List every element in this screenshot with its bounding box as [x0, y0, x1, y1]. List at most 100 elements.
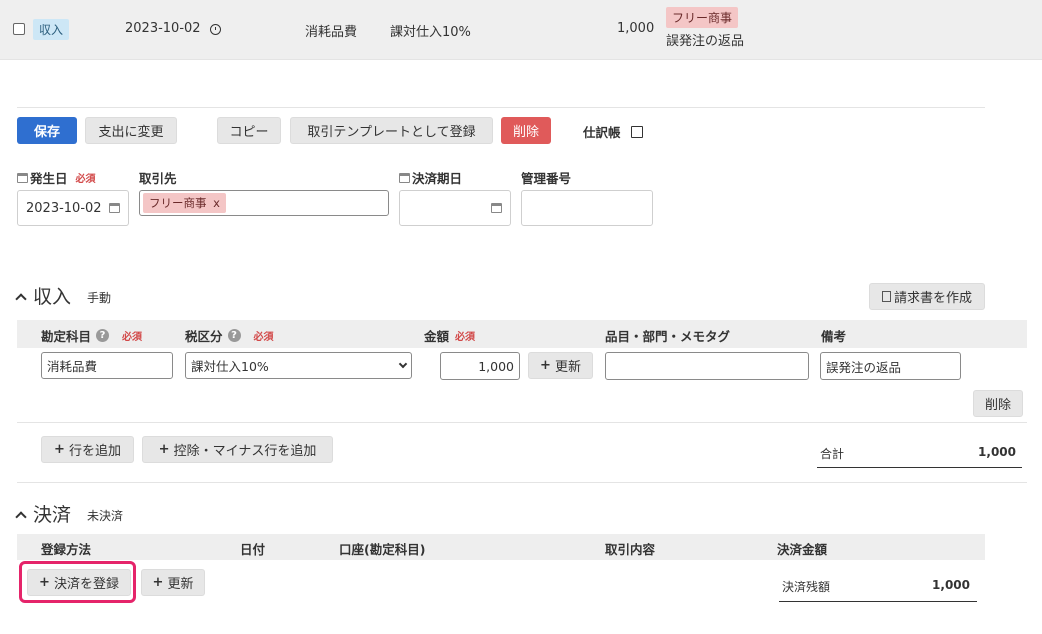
add-row-button[interactable]: + 行を追加 [41, 436, 134, 463]
settlement-section-header[interactable]: 決済 未決済 [15, 500, 124, 527]
header-amount: 金額 必須 [424, 326, 475, 345]
summary-memo: 誤発注の返品 [666, 34, 745, 49]
copy-button[interactable]: コピー [217, 117, 281, 144]
header-tax-label: 税区分 [185, 329, 223, 344]
summary-partner-tag: フリー商事 [666, 7, 739, 28]
plus-icon: + [540, 358, 551, 373]
header-account: 勘定科目 ? 必須 [41, 326, 142, 345]
calendar-icon [399, 172, 410, 183]
account-input[interactable]: 消耗品費 [41, 352, 173, 379]
total-label: 合計 [820, 447, 845, 461]
header-account-label: 勘定科目 [41, 329, 92, 344]
update-label: 更新 [554, 360, 581, 375]
collapse-chevron-icon[interactable] [15, 292, 27, 305]
divider [17, 107, 985, 108]
income-section-title: 収入 [33, 286, 72, 308]
remaining-label: 決済残額 [782, 580, 831, 594]
income-table-header: 勘定科目 ? 必須 税区分 ? 必須 金額 必須 品目・部門・メモタグ 備考 [17, 320, 1027, 348]
header-remarks: 備考 [821, 329, 847, 344]
journal-link-label: 仕訳帳 [583, 125, 621, 140]
control-number-input[interactable] [521, 190, 653, 226]
plus-icon: + [54, 442, 65, 457]
plus-icon: + [39, 575, 50, 590]
update-amount-button[interactable]: + 更新 [528, 352, 593, 379]
add-row-label: 行を追加 [68, 444, 121, 459]
transaction-summary-row[interactable]: 収入 2023-10-02 消耗品費 課対仕入10% 1,000 フリー商事 誤… [0, 0, 1042, 60]
register-template-button[interactable]: 取引テンプレートとして登録 [290, 117, 493, 144]
tax-select[interactable]: 課対仕入10% [185, 352, 412, 379]
header-tax: 税区分 ? 必須 [185, 326, 274, 345]
document-icon [881, 291, 891, 302]
summary-tax: 課対仕入10% [390, 25, 471, 40]
calendar-picker-icon[interactable] [491, 203, 502, 213]
calendar-icon [17, 172, 28, 183]
header-account: 口座(勘定科目) [339, 542, 426, 557]
income-total: 合計 1,000 [817, 440, 1022, 468]
divider [17, 422, 1027, 423]
add-deduction-row-label: 控除・マイナス行を追加 [173, 444, 317, 459]
issue-date-label: 発生日 [30, 171, 68, 186]
income-mode-label: 手動 [87, 291, 112, 305]
summary-amount: 1,000 [617, 21, 655, 36]
register-settlement-label: 決済を登録 [53, 577, 119, 592]
settlement-remaining: 決済残額 1,000 [779, 573, 977, 602]
required-mark: 必須 [455, 332, 476, 343]
journal-link[interactable]: 仕訳帳 [583, 122, 643, 141]
divider [17, 482, 1027, 483]
control-number-label: 管理番号 [521, 171, 572, 186]
row-checkbox[interactable] [13, 23, 25, 35]
plus-icon: + [152, 575, 164, 590]
item-tag-input[interactable] [605, 352, 809, 380]
partner-chip-label: フリー商事 [149, 196, 207, 210]
plus-icon: + [158, 442, 170, 457]
partner-label: 取引先 [139, 171, 177, 186]
settlement-section-title: 決済 [33, 504, 72, 526]
required-mark: 必須 [75, 174, 96, 185]
due-date-label: 決済期日 [412, 171, 463, 186]
header-amount-label: 金額 [424, 329, 450, 344]
amount-input[interactable]: 1,000 [440, 352, 520, 380]
total-value: 1,000 [978, 445, 1016, 459]
delete-button[interactable]: 削除 [501, 117, 551, 144]
create-invoice-button[interactable]: 請求書を作成 [869, 283, 985, 310]
partner-chip: フリー商事 x [143, 193, 226, 213]
calendar-picker-icon[interactable] [109, 203, 120, 213]
update-settlement-label: 更新 [167, 577, 194, 592]
partner-input[interactable]: フリー商事 x [139, 190, 389, 216]
register-settlement-button[interactable]: + 決済を登録 [27, 569, 131, 596]
save-button[interactable]: 保存 [17, 117, 77, 144]
change-to-expense-button[interactable]: 支出に変更 [85, 117, 177, 144]
header-item: 品目・部門・メモタグ [605, 329, 731, 344]
header-amount: 決済金額 [777, 542, 828, 557]
issue-date-value: 2023-10-02 [26, 200, 102, 216]
chevron-down-icon [398, 359, 408, 369]
header-method: 登録方法 [41, 542, 92, 557]
settlement-status: 未決済 [87, 509, 124, 523]
create-invoice-label: 請求書を作成 [893, 291, 972, 306]
help-icon[interactable]: ? [227, 329, 241, 342]
due-date-input[interactable] [399, 190, 511, 226]
external-link-icon [630, 125, 643, 138]
remaining-value: 1,000 [932, 578, 970, 592]
summary-date: 2023-10-02 [125, 21, 201, 36]
delete-row-button[interactable]: 削除 [973, 390, 1023, 417]
clock-icon [210, 24, 221, 35]
header-date: 日付 [240, 542, 266, 557]
settlement-table-header: 登録方法 日付 口座(勘定科目) 取引内容 決済金額 [17, 534, 985, 560]
income-section-header[interactable]: 収入 手動 [15, 282, 112, 309]
summary-account: 消耗品費 [305, 25, 358, 40]
due-date-label-group: 決済期日 [399, 168, 462, 187]
collapse-chevron-icon[interactable] [15, 510, 27, 523]
remarks-input[interactable]: 誤発注の返品 [820, 352, 961, 380]
tax-select-value: 課対仕入10% [191, 359, 269, 374]
type-tag: 収入 [33, 19, 70, 40]
help-icon[interactable]: ? [96, 329, 110, 342]
partner-chip-remove[interactable]: x [213, 196, 220, 210]
issue-date-label-group: 発生日 必須 [17, 168, 96, 187]
add-deduction-row-button[interactable]: + 控除・マイナス行を追加 [142, 436, 333, 463]
issue-date-input[interactable]: 2023-10-02 [17, 190, 129, 226]
required-mark: 必須 [122, 332, 143, 343]
required-mark: 必須 [253, 332, 274, 343]
update-settlement-button[interactable]: + 更新 [141, 569, 205, 596]
header-content: 取引内容 [605, 542, 656, 557]
